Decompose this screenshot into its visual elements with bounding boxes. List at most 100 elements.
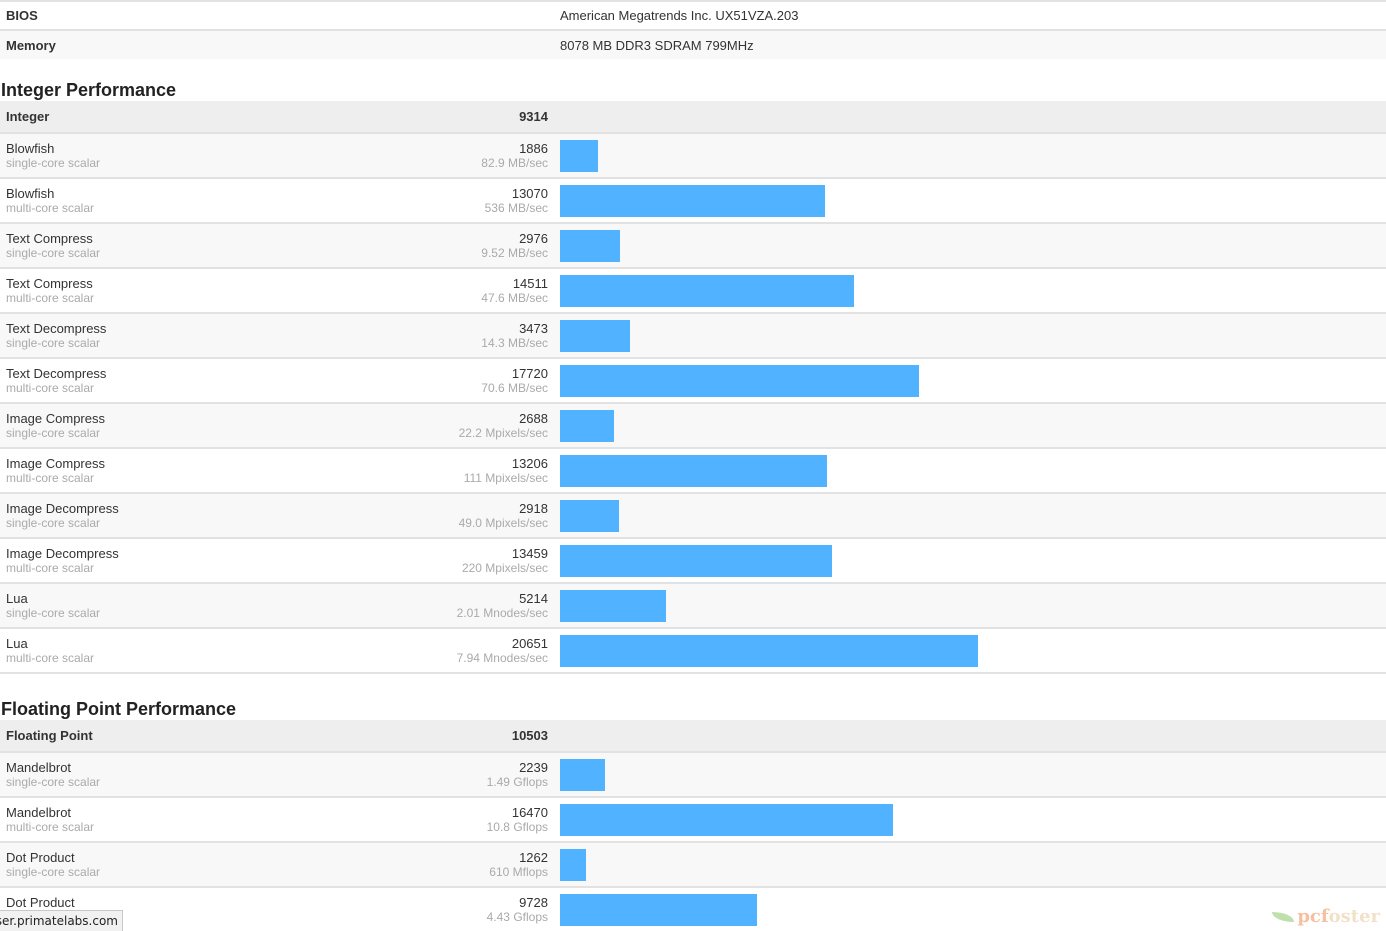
benchmark-row: Mandelbrot multi-core scalar 16470 10.8 Gfl… — [0, 798, 1386, 843]
benchmark-score: 17720 — [511, 365, 548, 381]
benchmark-rate: 70.6 MB/sec — [481, 381, 548, 396]
benchmark-rate: 111 Mpixels/sec — [464, 471, 548, 486]
score-bar-track — [560, 454, 1386, 487]
benchmark-row: Image Compress single-core scalar 2688 22.2… — [0, 404, 1386, 449]
benchmark-score: 2688 — [519, 410, 548, 426]
score-bar-track — [560, 274, 1386, 307]
score-bar — [560, 274, 854, 307]
benchmark-score: 1886 — [519, 140, 548, 156]
score-bar-track — [560, 319, 1386, 352]
benchmark-rate: 47.6 MB/sec — [481, 291, 548, 306]
benchmark-name: Dot Product — [6, 894, 75, 910]
score-bar — [560, 634, 978, 667]
benchmark-rate-text: 10.8 Gflops — [486, 819, 548, 834]
benchmark-name: Text Compress — [6, 230, 93, 246]
benchmark-name: Image Compress — [6, 410, 105, 426]
benchmark-info: Image Decompress single-core scalar — [0, 501, 506, 531]
summary-label: Integer — [6, 109, 50, 124]
score-bar — [560, 544, 832, 577]
info-value: 8078 MB DDR3 SDRAM 799MHz — [560, 37, 754, 53]
benchmark-row: Dot Product single-core scalar 1262 610 Mfl… — [0, 843, 1386, 888]
score-bar-track — [560, 139, 1386, 172]
benchmark-mode: multi-core scalar — [6, 380, 95, 395]
benchmark-rate-text: 4.43 Gflops — [486, 909, 548, 924]
benchmark-info: Text Compress single-core scalar — [0, 231, 506, 261]
benchmark-result: 2688 22.2 Mpixels/sec — [459, 410, 548, 441]
score-bar — [560, 589, 666, 622]
status-url-text: browser.primatelabs.com — [0, 914, 118, 928]
score-bar-track — [560, 634, 1386, 667]
benchmark-row: Image Compress multi-core scalar 13206 111 … — [0, 449, 1386, 494]
benchmark-rate-text: 7.94 Mnodes/sec — [456, 650, 548, 665]
watermark-text-b: oster — [1328, 906, 1380, 927]
benchmark-score: 2239 — [519, 759, 548, 775]
benchmark-info: Image Decompress multi-core scalar — [0, 546, 506, 576]
info-row-bios: BIOS American Megatrends Inc. UX51VZA.20… — [0, 2, 1386, 31]
benchmark-result: 13206 111 Mpixels/sec — [464, 455, 548, 486]
benchmark-rate-text: 22.2 Mpixels/sec — [458, 425, 548, 440]
benchmark-name: Image Compress — [6, 455, 105, 471]
benchmark-score: 13070 — [511, 185, 548, 201]
benchmark-row: Image Decompress multi-core scalar 13459 22… — [0, 539, 1386, 584]
benchmark-info: Text Decompress single-core scalar — [0, 321, 506, 351]
benchmark-result: 9728 4.43 Gflops — [487, 895, 548, 925]
benchmark-result: 5214 2.01 Mnodes/sec — [457, 590, 548, 621]
benchmark-result: 13459 220 Mpixels/sec — [462, 545, 548, 576]
benchmark-mode: multi-core scalar — [6, 650, 95, 665]
benchmark-rate: 9.52 MB/sec — [481, 246, 548, 261]
benchmark-rate: 10.8 Gflops — [487, 820, 548, 835]
benchmark-score: 2918 — [519, 500, 548, 516]
benchmark-rate: 536 MB/sec — [485, 201, 548, 216]
benchmark-mode: multi-core scalar — [6, 560, 95, 575]
benchmark-name: Image Decompress — [6, 500, 119, 516]
benchmark-result: 2918 49.0 Mpixels/sec — [459, 500, 548, 531]
integer-benchmark-table: Blowfish single-core scalar 1886 82.9 MB/se… — [0, 134, 1386, 674]
benchmark-name: Text Decompress — [6, 365, 107, 381]
benchmark-mode: multi-core scalar — [6, 200, 95, 215]
benchmark-result: 3473 14.3 MB/sec — [481, 321, 548, 351]
summary-row-integer: Integer 9314 — [0, 101, 1386, 134]
benchmark-info: Blowfish multi-core scalar — [0, 186, 506, 216]
benchmark-name: Mandelbrot — [6, 804, 72, 820]
info-row-memory: Memory 8078 MB DDR3 SDRAM 799MHz — [0, 31, 1386, 59]
score-bar — [560, 893, 757, 926]
benchmark-rate: 82.9 MB/sec — [481, 156, 548, 171]
score-bar-track — [560, 848, 1386, 881]
benchmark-score: 13206 — [511, 455, 548, 471]
leaf-icon — [1272, 911, 1295, 922]
benchmark-mode: multi-core scalar — [6, 819, 95, 834]
score-bar-track — [560, 409, 1386, 442]
benchmark-row: Text Decompress single-core scalar 3473 14.… — [0, 314, 1386, 359]
benchmark-mode: single-core scalar — [6, 515, 101, 530]
benchmark-name: Lua — [6, 635, 28, 651]
score-bar-track — [560, 893, 1386, 926]
info-label: Memory — [6, 37, 56, 53]
benchmark-result: 16470 10.8 Gflops — [487, 805, 548, 835]
score-bar-track — [560, 364, 1386, 397]
benchmark-info: Image Compress multi-core scalar — [0, 456, 506, 486]
summary-score: 9314 — [519, 109, 548, 124]
info-value: American Megatrends Inc. UX51VZA.203 — [560, 8, 799, 23]
benchmark-result: 13070 536 MB/sec — [485, 185, 548, 216]
benchmark-info: Lua single-core scalar — [0, 591, 506, 621]
floating-point-benchmark-table: Mandelbrot single-core scalar 2239 1.49 Gfl… — [0, 753, 1386, 931]
score-bar-track — [560, 544, 1386, 577]
system-info-table: BIOS American Megatrends Inc. UX51VZA.20… — [0, 0, 1386, 59]
summary-label: Floating Point — [6, 728, 93, 743]
benchmark-rate-text: 2.01 Mnodes/sec — [456, 605, 548, 620]
benchmark-rate: 610 Mflops — [489, 865, 548, 880]
benchmark-info: Lua multi-core scalar — [0, 636, 506, 666]
benchmark-rate: 7.94 Mnodes/sec — [457, 651, 548, 666]
benchmark-result: 1886 82.9 MB/sec — [481, 140, 548, 171]
benchmark-info: Text Compress multi-core scalar — [0, 276, 506, 306]
benchmark-mode: multi-core scalar — [6, 470, 95, 485]
benchmark-rate-text: 536 MB/sec — [484, 200, 548, 215]
watermark-logo: pcfoster — [1272, 906, 1380, 927]
benchmark-score: 5214 — [519, 590, 548, 606]
benchmark-mode: single-core scalar — [6, 425, 101, 440]
benchmark-info: Mandelbrot single-core scalar — [0, 760, 506, 790]
benchmark-rate-text: 9.52 MB/sec — [481, 245, 548, 260]
benchmark-score: 14511 — [512, 275, 548, 291]
benchmark-score: 13459 — [511, 545, 548, 561]
benchmark-mode: single-core scalar — [6, 605, 101, 620]
